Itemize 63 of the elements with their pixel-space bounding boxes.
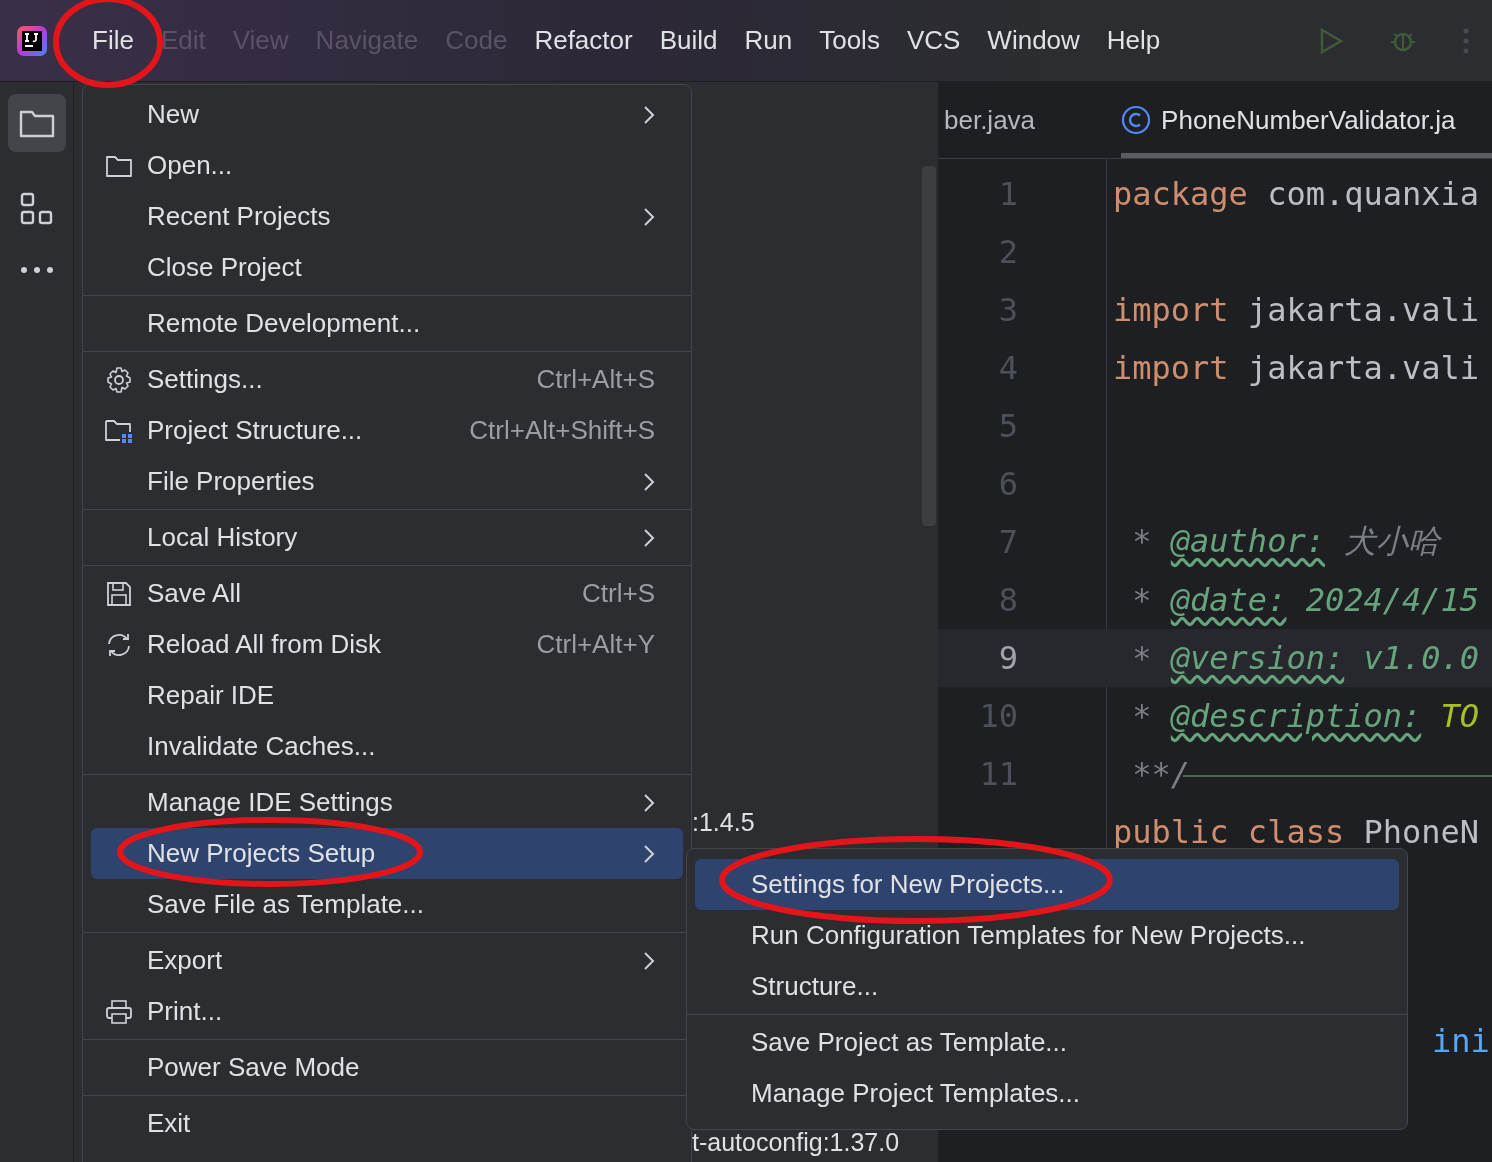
shortcut-text: Ctrl+Alt+Y: [536, 629, 655, 660]
menu-item[interactable]: Power Save Mode: [91, 1042, 683, 1093]
menu-item[interactable]: Structure...: [695, 961, 1399, 1012]
menu-item[interactable]: Print...: [91, 986, 683, 1037]
menu-item[interactable]: File Properties: [91, 456, 683, 507]
code-line: * @author: 犬小哈: [1131, 521, 1441, 562]
printer-icon: [105, 998, 133, 1025]
menu-item[interactable]: Reload All from Disk Ctrl+Alt+Y: [91, 619, 683, 670]
code-line: * @date: 2024/4/15: [1131, 581, 1480, 619]
library-name: t-autoconfig:1.37.0: [692, 1128, 900, 1157]
menu-item[interactable]: Local History: [91, 512, 683, 563]
menu-item[interactable]: Recent Projects: [91, 191, 683, 242]
menu-item[interactable]: Settings for New Projects...: [695, 859, 1399, 910]
line-number: 9: [998, 639, 1018, 677]
code-line: * @description: TO: [1131, 697, 1480, 735]
menu-item[interactable]: Remote Development...: [91, 298, 683, 349]
menu-item[interactable]: Repair IDE: [91, 670, 683, 721]
menu-title[interactable]: Build: [659, 25, 718, 56]
menu-item[interactable]: Save File as Template...: [91, 879, 683, 930]
menu-item[interactable]: Settings... Ctrl+Alt+S: [91, 354, 683, 405]
class-icon: [1121, 105, 1152, 135]
code-line: * @version: v1.0.0: [1131, 639, 1480, 677]
library-version: :1.4.5: [692, 808, 755, 837]
menu-item[interactable]: Invalidate Caches...: [91, 721, 683, 772]
menu-item[interactable]: New: [91, 89, 683, 140]
menu-item[interactable]: New Projects Setup: [91, 828, 683, 879]
save-icon: [106, 580, 132, 607]
code-fragment: ini: [1432, 1022, 1490, 1060]
menu-item[interactable]: Open...: [91, 140, 683, 191]
code-line: public class PhoneN: [1113, 813, 1480, 851]
menu-item[interactable]: Manage Project Templates...: [695, 1068, 1399, 1119]
editor-tab[interactable]: ber.java: [944, 82, 1036, 158]
folder-grid-icon: [104, 417, 134, 444]
menu-title[interactable]: Tools: [819, 25, 880, 56]
menu-item[interactable]: Run Configuration Templates for New Projects...: [695, 910, 1399, 961]
settings-icon: [105, 365, 133, 394]
folder-icon: [18, 108, 55, 138]
structure-icon[interactable]: [19, 192, 54, 226]
shortcut-text: Ctrl+Alt+S: [536, 364, 655, 395]
menu-title[interactable]: Run: [744, 25, 793, 56]
more-icon[interactable]: [19, 266, 54, 274]
code-line: import jakarta.vali: [1113, 349, 1480, 387]
folder-icon: [105, 153, 133, 178]
menu-item[interactable]: Save Project as Template...: [695, 1017, 1399, 1068]
app-logo-icon[interactable]: [16, 24, 48, 57]
editor-tab[interactable]: PhoneNumberValidator.ja: [1121, 82, 1492, 158]
menu-title[interactable]: VCS: [906, 25, 961, 56]
menu-title[interactable]: Help: [1106, 25, 1161, 56]
menu-item[interactable]: Close Project: [91, 242, 683, 293]
menu-item[interactable]: Manage IDE Settings: [91, 777, 683, 828]
menu-item[interactable]: Export: [91, 935, 683, 986]
project-tool-button[interactable]: [7, 94, 66, 152]
menu-title[interactable]: Window: [987, 25, 1080, 56]
shortcut-text: Ctrl+Alt+Shift+S: [469, 415, 655, 446]
code-line: **/: [1131, 755, 1191, 793]
menu-item[interactable]: Project Structure... Ctrl+Alt+Shift+S: [91, 405, 683, 456]
menu-item[interactable]: Save All Ctrl+S: [91, 568, 683, 619]
code-line: import jakarta.vali: [1113, 291, 1480, 329]
code-line: package com.quanxia: [1113, 175, 1480, 213]
menu-title[interactable]: File: [92, 25, 134, 56]
menu-item[interactable]: Exit: [91, 1098, 683, 1149]
menu-title[interactable]: Refactor: [534, 25, 633, 56]
shortcut-text: Ctrl+S: [582, 578, 655, 609]
